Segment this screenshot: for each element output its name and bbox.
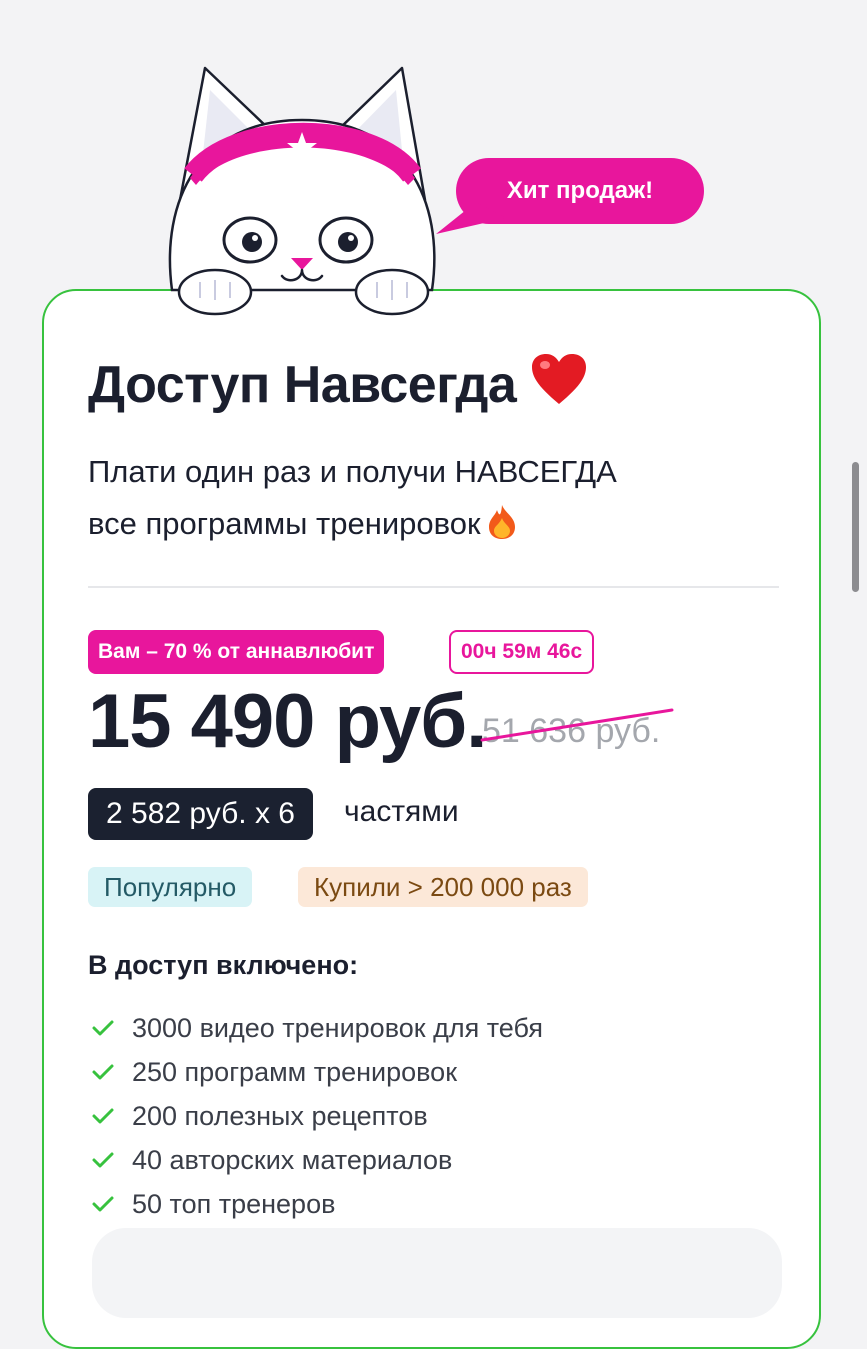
strikethrough-line	[480, 708, 674, 742]
check-icon	[92, 1196, 114, 1212]
plan-subtitle: Плати один раз и получи НАВСЕГДА все про…	[88, 446, 778, 556]
discount-badge: Вам – 70 % от аннавлюбит	[88, 630, 385, 674]
feature-label: 3000 видео тренировок для тебя	[132, 1012, 543, 1043]
installment-badge[interactable]: 2 582 руб. x 6	[88, 788, 313, 840]
feature-item: 200 полезных рецептов	[90, 1094, 543, 1138]
check-icon	[92, 1152, 114, 1168]
fire-icon	[487, 504, 517, 556]
countdown-timer: 00ч 59м 46с	[449, 630, 595, 674]
feature-item: 3000 видео тренировок для тебя	[90, 1006, 543, 1050]
feature-item: 250 программ тренировок	[90, 1050, 543, 1094]
feature-item: 40 авторских материалов	[90, 1138, 543, 1182]
cta-button-partial[interactable]	[92, 1228, 782, 1318]
check-icon	[92, 1064, 114, 1080]
cat-mascot-icon	[160, 60, 445, 320]
feature-label: 250 программ тренировок	[132, 1056, 458, 1087]
heart-icon	[530, 352, 588, 419]
included-title: В доступ включено:	[88, 950, 359, 980]
feature-item: 50 топ тренеров	[90, 1182, 543, 1226]
installment-suffix: частями	[344, 795, 459, 828]
tag-popular: Популярно	[88, 867, 253, 907]
plan-title: Доступ Навсегда	[88, 352, 588, 419]
feature-label: 200 полезных рецептов	[132, 1100, 428, 1131]
bestseller-bubble: Хит продаж!	[436, 158, 704, 234]
subtitle-line-1: Плати один раз и получи НАВСЕГДА	[88, 454, 617, 489]
scrollbar[interactable]	[852, 462, 859, 592]
divider	[88, 586, 779, 588]
tag-bought-count: Купили > 200 000 раз	[298, 867, 588, 907]
feature-label: 50 топ тренеров	[132, 1188, 336, 1219]
check-icon	[92, 1020, 114, 1036]
plan-title-text: Доступ Навсегда	[88, 356, 517, 414]
subtitle-line-2: все программы тренировок	[88, 506, 481, 541]
bubble-label: Хит продаж!	[506, 177, 654, 204]
current-price: 15 490 руб.	[88, 679, 487, 764]
feature-label: 40 авторских материалов	[132, 1144, 453, 1175]
check-icon	[92, 1108, 114, 1124]
feature-list: 3000 видео тренировок для тебя 250 прогр…	[90, 1006, 543, 1226]
